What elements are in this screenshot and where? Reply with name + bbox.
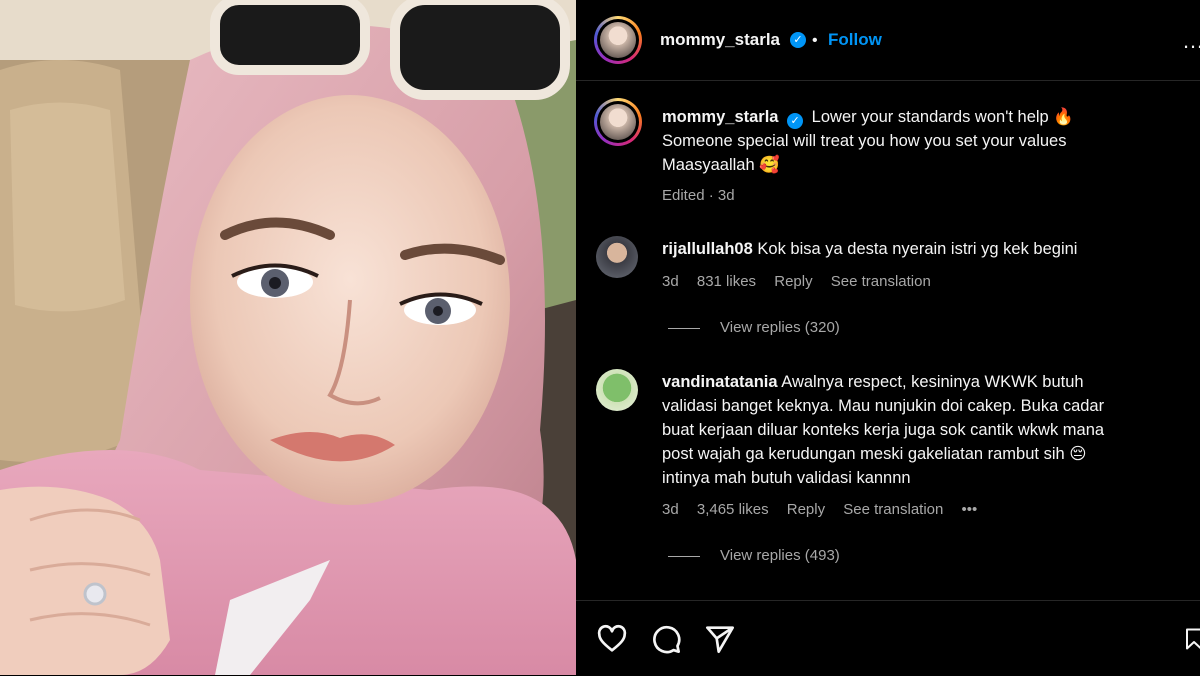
comment-meta: 3d 3,465 likes Reply See translation ••• <box>662 501 991 518</box>
heart-icon[interactable] <box>596 623 628 655</box>
comment-username[interactable]: rijallullah08 <box>662 240 753 258</box>
caption-username[interactable]: mommy_starla <box>662 108 778 126</box>
comment-bubble-icon[interactable] <box>650 623 682 655</box>
post-header: mommy_starla ✓ • Follow … <box>576 0 1200 81</box>
comment-body-line-2: validasi banget keknya. Mau nunjukin doi… <box>662 397 1105 415</box>
comment-body-line-5: intinya mah butuh validasi kannnn <box>662 469 911 487</box>
view-replies-label: View replies (493) <box>720 547 840 564</box>
more-options-icon[interactable]: … <box>1182 28 1200 54</box>
view-replies-button[interactable]: View replies (493) <box>668 547 840 564</box>
paper-plane-icon[interactable] <box>704 623 736 655</box>
post-actions-bar <box>576 600 1200 676</box>
reply-button[interactable]: Reply <box>774 273 812 290</box>
caption-meta: Edited · 3d <box>662 187 735 204</box>
reply-button[interactable]: Reply <box>787 501 825 518</box>
comment-more-options-icon[interactable]: ••• <box>962 501 978 518</box>
comment-likes[interactable]: 3,465 likes <box>697 501 769 518</box>
comment-meta: 3d 831 likes Reply See translation <box>662 273 945 290</box>
comment-body: Kok bisa ya desta nyerain istri yg kek b… <box>757 240 1078 258</box>
comment-body-line-4: post wajah ga kerudungan meski gakeliata… <box>662 445 1087 463</box>
view-replies-label: View replies (320) <box>720 319 840 336</box>
caption: mommy_starla ✓ Lower your standards won'… <box>662 105 1182 177</box>
author-username[interactable]: mommy_starla <box>660 30 780 50</box>
comment-body-line-1: Awalnya respect, kesininya WKWK butuh <box>781 373 1084 391</box>
comment-text: vandinatatania Awalnya respect, kesininy… <box>662 370 1182 490</box>
bookmark-icon[interactable] <box>1182 623 1200 655</box>
caption-avatar[interactable] <box>594 98 642 146</box>
comment-avatar[interactable] <box>596 369 638 411</box>
comment-time: 3d <box>662 501 679 518</box>
comment-text: rijallullah08 Kok bisa ya desta nyerain … <box>662 237 1182 261</box>
comment-avatar[interactable] <box>596 236 638 278</box>
comment-likes[interactable]: 831 likes <box>697 273 756 290</box>
comment-body-line-3: buat kerjaan diluar konteks kerja juga s… <box>662 421 1105 439</box>
replies-divider-line <box>668 327 700 329</box>
separator-dot: • <box>812 32 818 49</box>
caption-line-1: Lower your standards won't help 🔥 <box>811 108 1074 126</box>
post-detail-panel: mommy_starla ✓ • Follow … mommy_starla ✓… <box>576 0 1200 675</box>
author-avatar[interactable] <box>594 16 642 64</box>
replies-divider-line <box>668 555 700 557</box>
comment-username[interactable]: vandinatatania <box>662 373 778 391</box>
selfie-illustration <box>0 0 576 675</box>
view-replies-button[interactable]: View replies (320) <box>668 319 840 336</box>
caption-line-2: Someone special will treat you how you s… <box>662 132 1067 150</box>
caption-line-3: Maasyaallah 🥰 <box>662 156 780 174</box>
verified-badge-icon: ✓ <box>790 32 806 48</box>
comments-list[interactable]: mommy_starla ✓ Lower your standards won'… <box>576 81 1200 599</box>
post-photo[interactable] <box>0 0 576 675</box>
follow-button[interactable]: Follow <box>828 30 882 50</box>
verified-badge-icon: ✓ <box>787 113 804 129</box>
see-translation-button[interactable]: See translation <box>843 501 943 518</box>
comment-time: 3d <box>662 273 679 290</box>
see-translation-button[interactable]: See translation <box>831 273 931 290</box>
